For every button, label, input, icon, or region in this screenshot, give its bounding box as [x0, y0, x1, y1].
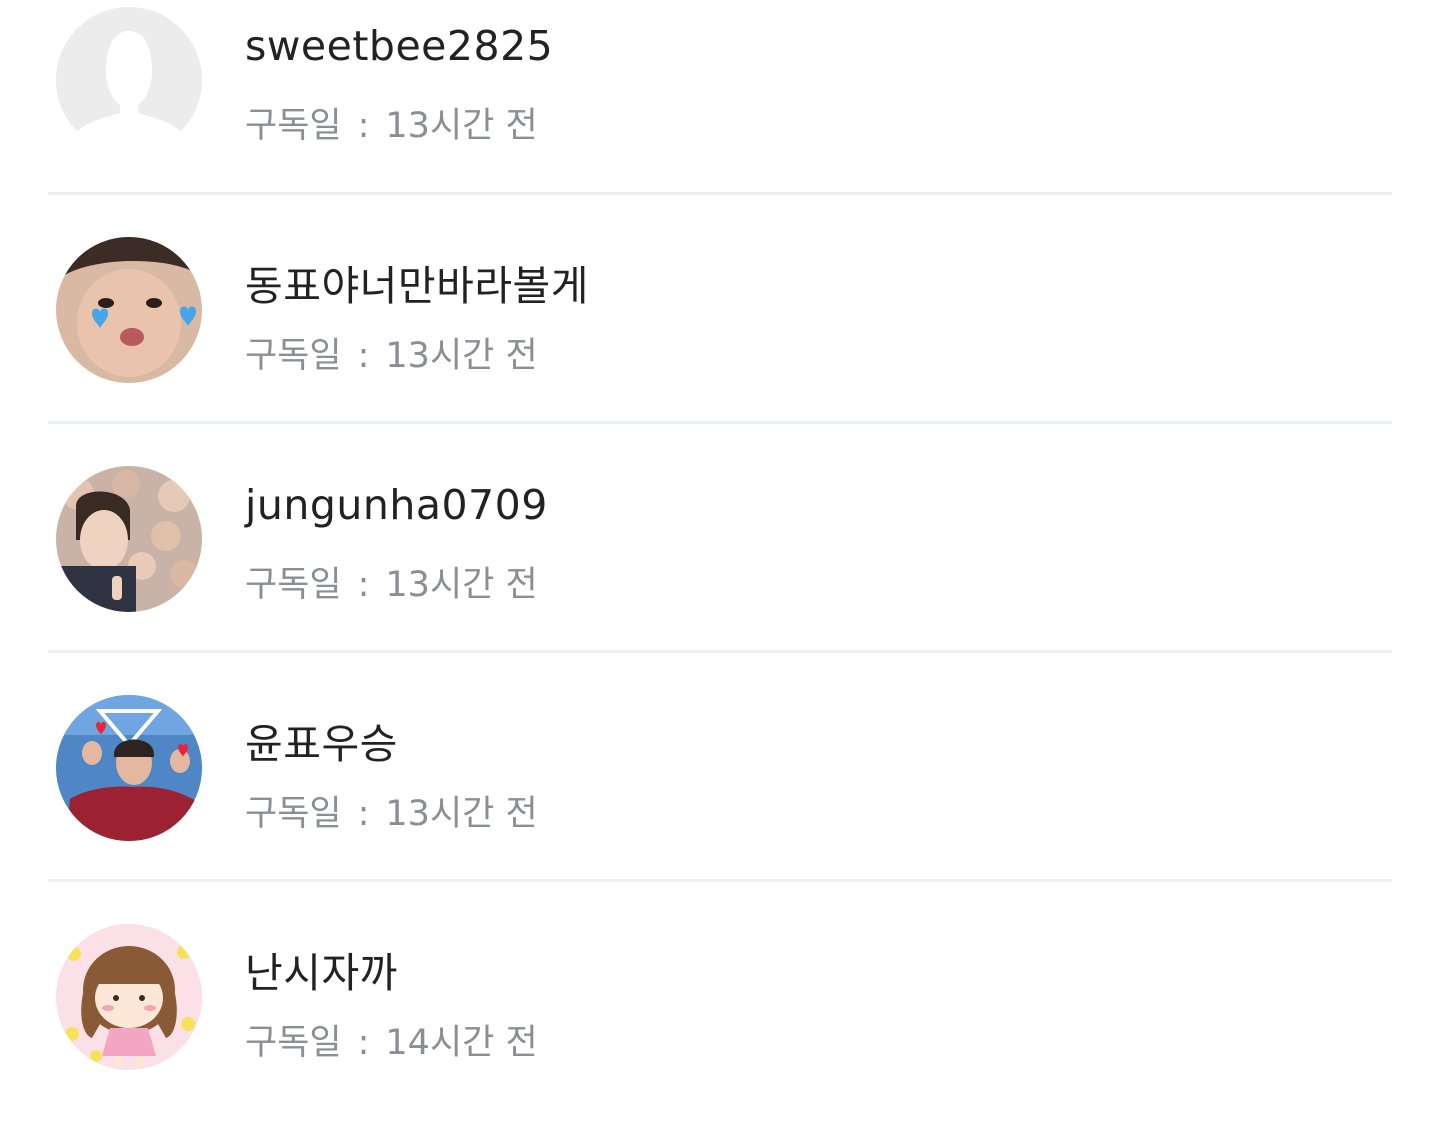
separator: :	[357, 1023, 370, 1063]
subscription-info: 구독일:13시간 전	[245, 556, 538, 607]
default-person-icon	[56, 7, 202, 153]
profile-photo-icon	[56, 695, 202, 841]
subscriber-username[interactable]: 동표야너만바라볼게	[245, 252, 589, 312]
subscription-label: 구독일	[245, 336, 342, 376]
divider	[48, 879, 1392, 882]
subscription-label: 구독일	[245, 106, 342, 146]
subscription-info: 구독일:13시간 전	[245, 327, 538, 378]
avatar[interactable]	[56, 924, 202, 1070]
profile-illustration-icon	[56, 924, 202, 1070]
subscriber-username[interactable]: 윤표우승	[245, 710, 398, 770]
subscription-info: 구독일:13시간 전	[245, 785, 538, 836]
subscription-time: 13시간 전	[385, 106, 538, 146]
subscription-label: 구독일	[245, 565, 342, 605]
subscription-time: 13시간 전	[385, 794, 538, 834]
avatar[interactable]	[56, 466, 202, 612]
subscription-info: 구독일:14시간 전	[245, 1014, 538, 1065]
separator: :	[357, 565, 370, 605]
subscription-label: 구독일	[245, 1023, 342, 1063]
subscriber-username[interactable]: 난시자까	[245, 939, 398, 999]
separator: :	[357, 106, 370, 146]
subscription-info: 구독일:13시간 전	[245, 97, 538, 148]
divider	[48, 650, 1392, 653]
subscription-label: 구독일	[245, 794, 342, 834]
subscription-time: 13시간 전	[385, 336, 538, 376]
avatar[interactable]	[56, 695, 202, 841]
divider	[48, 192, 1392, 195]
subscriber-username[interactable]: sweetbee2825	[245, 22, 553, 70]
subscription-time: 13시간 전	[385, 565, 538, 605]
subscription-time: 14시간 전	[385, 1023, 538, 1063]
divider	[48, 421, 1392, 424]
profile-photo-icon	[56, 466, 202, 612]
subscriber-row[interactable]: 난시자까 구독일:14시간 전	[0, 917, 1440, 1145]
profile-photo-icon	[56, 237, 202, 383]
separator: :	[357, 794, 370, 834]
subscriber-username[interactable]: jungunha0709	[245, 481, 548, 529]
separator: :	[357, 336, 370, 376]
avatar[interactable]	[56, 237, 202, 383]
avatar[interactable]	[56, 7, 202, 153]
